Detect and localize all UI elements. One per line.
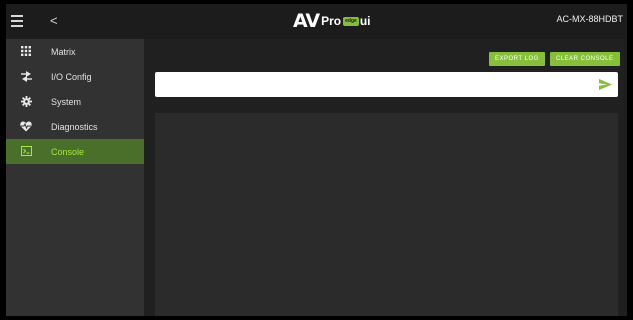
gear-icon xyxy=(20,95,32,107)
arrows-swap-icon xyxy=(20,70,32,82)
device-model-label: AC-MX-88HDBT xyxy=(556,14,623,24)
sidebar-item-system[interactable]: System xyxy=(6,89,144,114)
logo-ui-text: ui xyxy=(359,14,371,28)
sidebar-item-label: System xyxy=(51,96,82,107)
top-bar: < AV Pro edge ui AC-MX-88HDBT xyxy=(6,4,627,39)
sidebar-item-console[interactable]: Console xyxy=(6,139,144,164)
logo-pro-text: Pro xyxy=(321,14,342,28)
logo-av-text: AV xyxy=(293,10,320,32)
export-log-button[interactable]: EXPORT LOG xyxy=(489,52,545,66)
sidebar-item-label: Diagnostics xyxy=(51,121,98,132)
sidebar-item-io-config[interactable]: I/O Config xyxy=(6,64,144,89)
console-log-area[interactable] xyxy=(155,113,618,316)
heart-pulse-icon xyxy=(20,120,32,132)
hamburger-menu-icon[interactable] xyxy=(11,12,27,30)
app-window: < AV Pro edge ui AC-MX-88HDBT Matrix I/O… xyxy=(6,4,627,316)
sidebar-item-label: Console xyxy=(51,146,85,157)
sidebar-item-label: I/O Config xyxy=(51,71,92,82)
clear-console-button[interactable]: CLEAR CONSOLE xyxy=(550,52,620,66)
back-button[interactable]: < xyxy=(50,12,58,30)
app-logo: AV Pro edge ui xyxy=(293,10,370,32)
sidebar: Matrix I/O Config System Diagnostics Con… xyxy=(6,39,144,316)
sidebar-item-matrix[interactable]: Matrix xyxy=(6,39,144,64)
logo-edge-badge: edge xyxy=(343,16,359,26)
sidebar-item-label: Matrix xyxy=(51,46,76,57)
grid-icon xyxy=(20,45,32,57)
sidebar-item-diagnostics[interactable]: Diagnostics xyxy=(6,114,144,139)
console-panel: EXPORT LOG CLEAR CONSOLE xyxy=(144,39,627,316)
terminal-icon xyxy=(20,145,32,157)
send-icon[interactable] xyxy=(599,78,612,91)
command-bar xyxy=(155,72,618,97)
command-input[interactable] xyxy=(163,76,583,93)
